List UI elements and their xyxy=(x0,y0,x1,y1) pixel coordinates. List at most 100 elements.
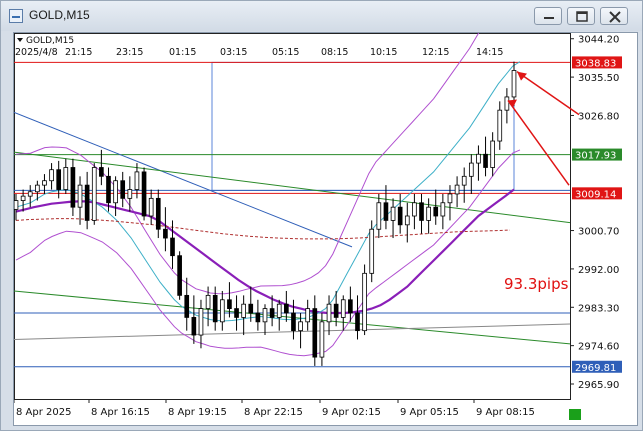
status-marker xyxy=(569,409,581,420)
candle-body xyxy=(184,294,190,318)
time-axis: 8 Apr 2025 8 Apr 16:15 8 Apr 19:15 8 Apr 22… xyxy=(13,399,535,418)
date-label: 2025/4/8 xyxy=(15,47,58,58)
candle-body xyxy=(312,308,318,358)
candle-body xyxy=(333,303,339,318)
candle-body xyxy=(27,191,33,197)
candle-body xyxy=(198,308,204,336)
price-tick-label: 3000.70 xyxy=(578,227,619,238)
time-tick-label: 9 Apr 08:15 xyxy=(476,407,535,418)
candle-body xyxy=(248,303,254,314)
candle-body xyxy=(13,200,19,210)
time-tick-label: 8 Apr 19:15 xyxy=(168,407,227,418)
chart-area[interactable]: 93.3pips 3044.20 3035.50 3026.80 3000.70 299… xyxy=(13,0,638,426)
header-time-label: 21:15 xyxy=(65,47,92,58)
candle-body xyxy=(412,202,417,217)
candle-body xyxy=(447,193,453,204)
candle-body xyxy=(433,206,439,217)
header-time-label: 03:15 xyxy=(220,47,247,58)
price-tag-label: 3009.14 xyxy=(575,189,616,200)
pips-annotation: 93.3pips xyxy=(504,275,569,293)
price-tick-label: 2974.60 xyxy=(578,342,619,353)
candle-body xyxy=(291,312,296,332)
price-tag-label: 2969.81 xyxy=(575,363,616,374)
plot-frame xyxy=(14,33,571,400)
minimize-icon xyxy=(544,17,554,19)
candle-body xyxy=(134,171,140,190)
maximize-icon xyxy=(576,11,588,22)
candle-body xyxy=(504,96,510,111)
candle-body xyxy=(376,202,382,230)
price-tick-label: 2983.30 xyxy=(578,303,619,314)
minimize-button[interactable] xyxy=(534,7,562,25)
candle-body xyxy=(355,312,360,332)
candle-body xyxy=(340,299,346,318)
candle-body xyxy=(127,189,133,199)
candle-body xyxy=(120,180,126,199)
candle-body xyxy=(511,70,517,98)
price-axis: 3044.20 3035.50 3026.80 3000.70 2992.00 2983.… xyxy=(570,35,622,391)
time-tick-label: 9 Apr 02:15 xyxy=(322,407,381,418)
candle-body xyxy=(497,109,503,142)
close-button[interactable] xyxy=(600,7,628,25)
time-tick-label: 8 Apr 22:15 xyxy=(244,407,303,418)
candle-body xyxy=(227,299,232,310)
title-bar: GOLD,M15 xyxy=(1,1,642,31)
candle-body xyxy=(241,303,246,318)
candle-body xyxy=(305,308,311,323)
candle-body xyxy=(298,321,303,332)
header-time-label: 23:15 xyxy=(116,47,143,58)
candle-body xyxy=(397,206,403,226)
close-icon xyxy=(609,11,621,23)
candle-body xyxy=(234,308,239,318)
candle-body xyxy=(219,299,225,323)
candlestick-chart[interactable]: 93.3pips 3044.20 3035.50 3026.80 3000.70 299… xyxy=(13,0,637,425)
candle-body xyxy=(404,215,410,226)
candle-body xyxy=(426,206,431,221)
candle-body xyxy=(212,294,218,323)
price-tick-label: 3044.20 xyxy=(578,35,619,46)
candle-body xyxy=(461,175,467,186)
time-tick-label: 9 Apr 05:15 xyxy=(400,407,459,418)
candle-body xyxy=(70,167,76,208)
price-tick-label: 2965.90 xyxy=(578,380,619,391)
candle-body xyxy=(440,202,446,217)
header-time-label: 08:15 xyxy=(321,47,348,58)
candle-body xyxy=(42,180,47,186)
candle-body xyxy=(205,294,211,310)
candle-body xyxy=(77,184,83,208)
candle-body xyxy=(262,308,268,323)
candle-body xyxy=(284,303,289,314)
window-title: GOLD,M15 xyxy=(29,8,90,22)
candle-body xyxy=(468,162,474,177)
candle-body xyxy=(326,303,332,323)
candle-body xyxy=(141,171,147,217)
candle-body xyxy=(170,237,175,257)
time-tick-label: 8 Apr 2025 xyxy=(16,407,71,418)
candle-body xyxy=(106,175,111,204)
candle-body xyxy=(35,184,40,193)
candle-body xyxy=(91,167,97,221)
candle-body xyxy=(99,167,104,177)
candle-body xyxy=(319,321,325,358)
header-time-label: 14:15 xyxy=(476,47,503,58)
maximize-button[interactable] xyxy=(567,7,595,25)
candle-body xyxy=(348,299,353,314)
candle-body xyxy=(383,202,389,221)
candle-body xyxy=(419,202,424,221)
symbol-label: GOLD,M15 xyxy=(26,36,74,46)
price-tag-label: 3017.93 xyxy=(575,151,616,162)
header-time-label: 12:15 xyxy=(422,47,449,58)
price-tag-label: 3038.83 xyxy=(575,58,616,69)
candle-body xyxy=(454,184,460,195)
indicator-layer xyxy=(13,0,571,400)
price-tick-label: 3026.80 xyxy=(578,111,619,122)
header-time-label: 10:15 xyxy=(370,47,397,58)
candle-body xyxy=(56,169,62,190)
candle-body xyxy=(177,255,182,296)
time-tick-label: 8 Apr 16:15 xyxy=(91,407,150,418)
candle-body xyxy=(63,167,69,190)
candle-body xyxy=(84,184,90,221)
candle-body xyxy=(369,228,375,274)
candle-body xyxy=(148,197,154,217)
candle-body xyxy=(49,169,54,182)
